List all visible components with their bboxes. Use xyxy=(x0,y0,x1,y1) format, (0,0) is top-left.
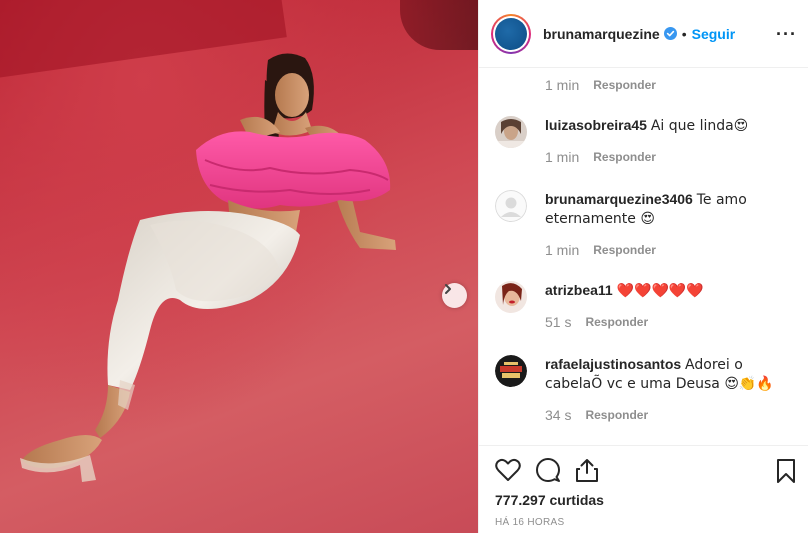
comment-text: ❤️❤️❤️❤️❤️ xyxy=(616,283,704,299)
commenter-username[interactable]: atrizbea11 xyxy=(545,282,613,298)
next-image-button[interactable] xyxy=(442,283,467,308)
likes-count[interactable]: 777.297 curtidas xyxy=(495,492,604,508)
comment-time: 34 s xyxy=(545,407,572,423)
reply-button[interactable]: Responder xyxy=(585,315,648,329)
author-username[interactable]: brunamarquezine xyxy=(543,26,660,42)
more-options-icon[interactable]: ··· xyxy=(776,24,797,45)
verified-badge-icon xyxy=(663,27,677,40)
commenter-avatar[interactable] xyxy=(495,281,527,313)
post-header: brunamarquezine • Seguir ··· xyxy=(479,0,808,68)
comment-item: luizasobreira45 Ai que linda😍 1 min Resp… xyxy=(495,116,795,165)
commenter-avatar[interactable] xyxy=(495,116,527,148)
comment-item: brunamarquezine3406 Te amo eternamente 😍… xyxy=(495,190,795,258)
post-actions: 777.297 curtidas HÁ 16 HORAS xyxy=(479,445,808,533)
reply-button[interactable]: Responder xyxy=(593,150,656,164)
comment-meta: 1 min Responder xyxy=(545,149,785,165)
comment-time: 1 min xyxy=(545,149,580,165)
follow-button[interactable]: Seguir xyxy=(692,26,736,42)
reply-button[interactable]: Responder xyxy=(593,78,656,92)
comment-text: Ai que linda😍 xyxy=(650,118,749,134)
commenter-username[interactable]: brunamarquezine3406 xyxy=(545,191,693,207)
comment-item: atrizbea11 ❤️❤️❤️❤️❤️ 51 s Responder xyxy=(495,281,795,330)
author-avatar-image xyxy=(495,17,527,50)
commenter-avatar[interactable] xyxy=(495,355,527,387)
comment-time: 1 min xyxy=(545,242,580,258)
comment-item: rafaelajustinosantos Adorei o cabelaÕ vc… xyxy=(495,355,795,423)
commenter-username[interactable]: luizasobreira45 xyxy=(545,117,647,133)
author-avatar[interactable] xyxy=(491,13,531,54)
commenter-username[interactable]: rafaelajustinosantos xyxy=(545,356,681,372)
post-image[interactable] xyxy=(0,0,478,533)
heart-icon[interactable] xyxy=(495,458,521,487)
header-separator: • xyxy=(681,25,687,42)
post-side-panel: brunamarquezine • Seguir ··· 1 min Respo… xyxy=(478,0,808,533)
commenter-avatar[interactable] xyxy=(495,190,527,222)
comments-list[interactable]: 1 min Responder luizasobreira45 Ai que l… xyxy=(479,69,808,445)
reply-button[interactable]: Responder xyxy=(585,408,648,422)
comment-meta: 1 min Responder xyxy=(545,242,785,258)
photo-subject xyxy=(20,53,396,482)
post-timestamp[interactable]: HÁ 16 HORAS xyxy=(495,517,564,528)
comment-time: 1 min xyxy=(545,77,580,93)
comment-meta: 34 s Responder xyxy=(545,407,785,423)
chevron-right-icon xyxy=(445,284,451,294)
previous-comment-meta: 1 min Responder xyxy=(545,77,656,93)
comment-time: 51 s xyxy=(545,314,572,330)
comment-meta: 51 s Responder xyxy=(545,314,785,330)
share-icon[interactable] xyxy=(575,457,599,488)
reply-button[interactable]: Responder xyxy=(593,243,656,257)
comment-icon[interactable] xyxy=(535,458,561,489)
bookmark-icon[interactable] xyxy=(776,458,796,489)
